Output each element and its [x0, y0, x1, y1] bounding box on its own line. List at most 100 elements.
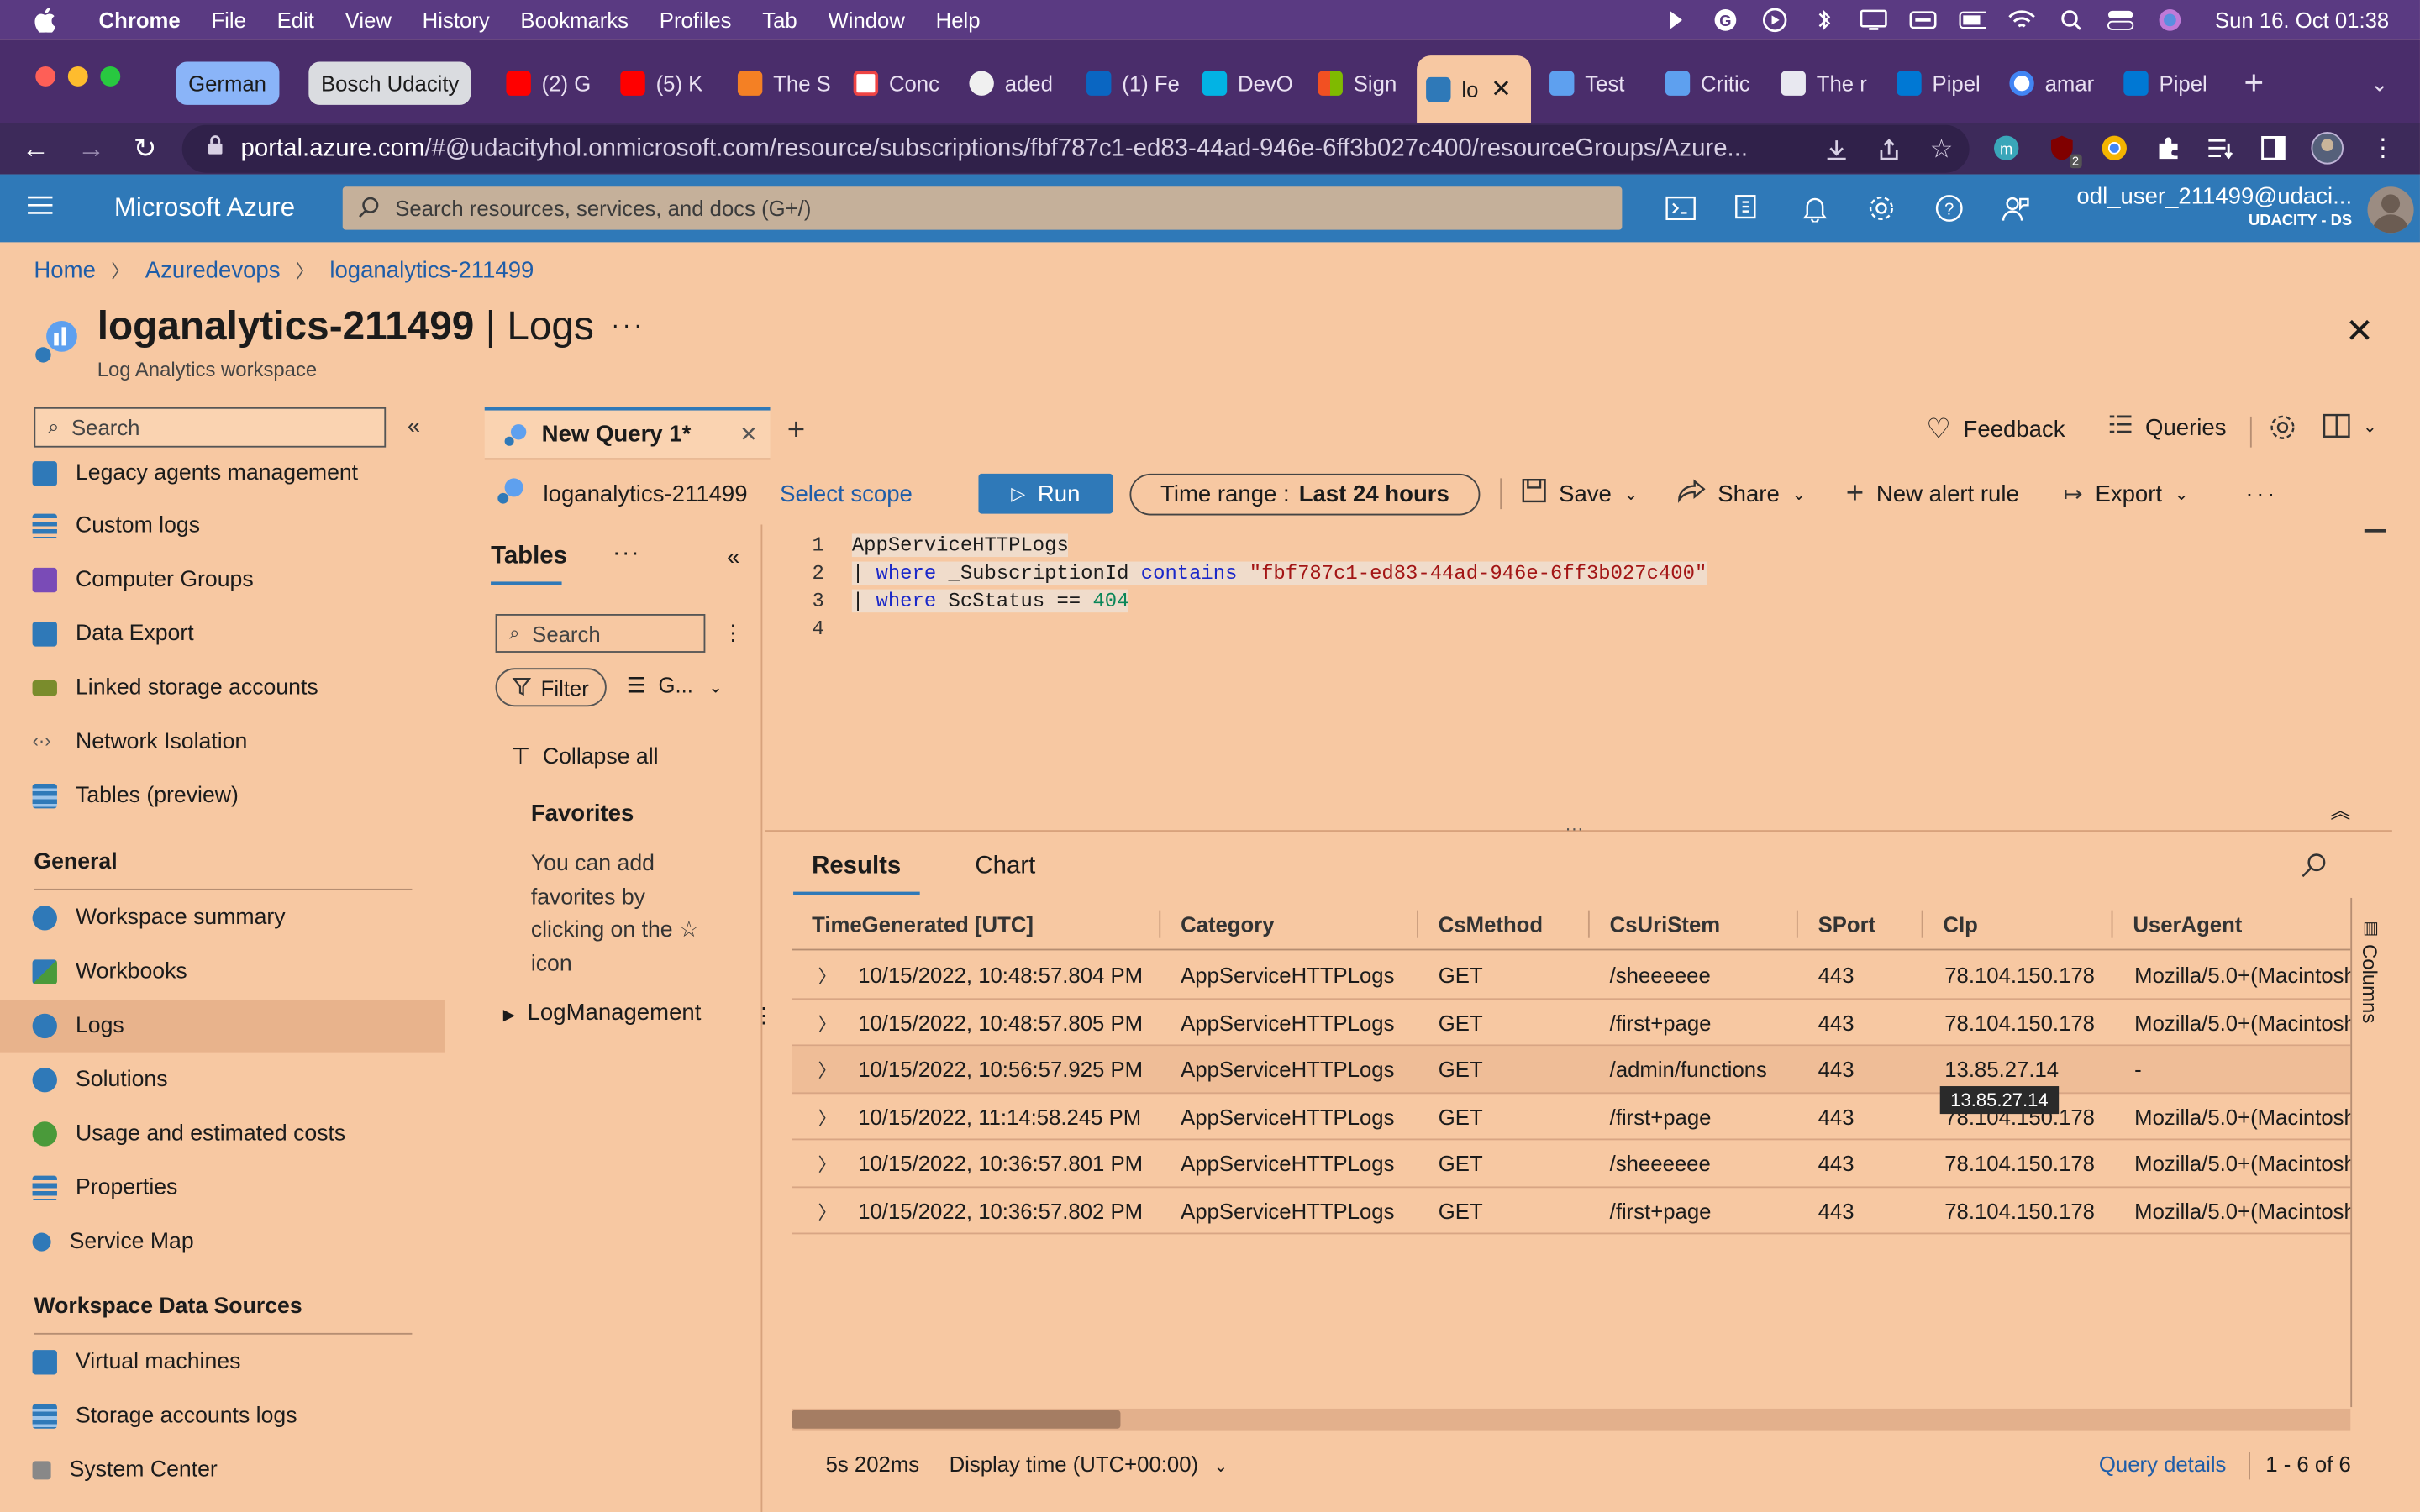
spotlight-icon[interactable]	[2058, 6, 2086, 34]
nav-storage-accounts-logs[interactable]: Storage accounts logs	[0, 1390, 445, 1442]
expand-row-chevron-icon[interactable]: 〉	[818, 963, 836, 989]
tables-more-button[interactable]: ···	[613, 540, 640, 566]
help-icon[interactable]: ?	[1933, 193, 1965, 224]
add-query-tab-button[interactable]: +	[787, 413, 805, 449]
settings-gear-icon[interactable]	[1866, 193, 1897, 224]
tab-results[interactable]: Results	[793, 853, 920, 895]
query-details-link[interactable]: Query details	[2099, 1452, 2226, 1476]
bookmark-star-icon[interactable]: ☆	[1926, 134, 1957, 165]
profile-avatar[interactable]	[2311, 131, 2344, 165]
menu-edit[interactable]: Edit	[277, 8, 314, 32]
play-icon[interactable]	[1761, 6, 1789, 34]
extension-ublock-icon[interactable]: 2	[2045, 131, 2082, 169]
nav-virtual-machines[interactable]: Virtual machines	[0, 1336, 445, 1389]
nav-data-export[interactable]: Data Export	[0, 608, 445, 660]
browser-tab[interactable]: Test	[1540, 61, 1645, 104]
collapse-menu-icon[interactable]: «	[408, 413, 420, 439]
nav-linked-storage-accounts[interactable]: Linked storage accounts	[0, 662, 445, 714]
close-query-tab-icon[interactable]: ✕	[739, 421, 758, 447]
browser-tab[interactable]: Sign	[1309, 61, 1414, 104]
group-by-dropdown[interactable]: ☰ G... ⌄	[627, 673, 723, 699]
nav-logs[interactable]: Logs	[0, 1000, 445, 1053]
tables-search-input[interactable]: ⌕ Search	[495, 614, 706, 653]
nav-legacy-agents-management[interactable]: Legacy agents management	[0, 448, 445, 500]
hamburger-menu-icon[interactable]	[26, 194, 54, 223]
columns-side-panel-toggle[interactable]: ▥ Columns	[2350, 897, 2392, 1408]
extension-chrome-icon[interactable]	[2097, 131, 2131, 165]
user-account[interactable]: odl_user_211499@udaci... UDACITY - DS	[2076, 184, 2352, 230]
browser-tab[interactable]: The r	[1772, 61, 1877, 104]
nav-properties[interactable]: Properties	[0, 1162, 445, 1214]
window-zoom-button[interactable]	[100, 66, 121, 87]
menu-help[interactable]: Help	[936, 8, 981, 32]
expand-row-chevron-icon[interactable]: 〉	[818, 1057, 836, 1083]
browser-tab[interactable]: DevO	[1193, 61, 1298, 104]
cloud-shell-icon[interactable]	[1665, 193, 1697, 224]
results-search-icon[interactable]	[2300, 852, 2328, 887]
nav-network-isolation[interactable]: ‹·› Network Isolation	[0, 716, 445, 768]
menu-window[interactable]: Window	[828, 8, 904, 32]
nav-usage-costs[interactable]: Usage and estimated costs	[0, 1108, 445, 1160]
expand-row-chevron-icon[interactable]: 〉	[818, 1198, 836, 1224]
feedback-person-icon[interactable]	[2000, 193, 2031, 224]
new-alert-rule-button[interactable]: + New alert rule	[1846, 475, 2019, 512]
collapse-all-button[interactable]: ⊤ Collapse all	[511, 745, 659, 769]
nav-service-map[interactable]: Service Map	[0, 1215, 445, 1268]
display-icon[interactable]	[1860, 6, 1887, 34]
side-panel-icon[interactable]	[2256, 131, 2290, 165]
column-header-timegenerated[interactable]: TimeGenerated [UTC]	[812, 911, 1034, 936]
table-row[interactable]: 〉 10/15/2022, 10:36:57.801 PM AppService…	[792, 1140, 2351, 1188]
save-button[interactable]: Save ⌄	[1522, 475, 1639, 512]
column-resizer[interactable]	[1159, 910, 1161, 938]
column-header-csmethod[interactable]: CsMethod	[1439, 911, 1543, 936]
column-header-csuristem[interactable]: CsUriStem	[1610, 911, 1720, 936]
menu-profiles[interactable]: Profiles	[660, 8, 732, 32]
browser-tab[interactable]: Critic	[1656, 61, 1761, 104]
menubar-datetime[interactable]: Sun 16. Oct 01:38	[2215, 8, 2389, 32]
window-close-button[interactable]	[35, 66, 56, 87]
collapse-editor-icon[interactable]: ︽	[2330, 795, 2350, 824]
keyboard-icon[interactable]	[1909, 6, 1937, 34]
display-time-dropdown[interactable]: Display time (UTC+00:00) ⌄	[950, 1452, 1228, 1476]
expand-row-chevron-icon[interactable]: 〉	[818, 1151, 836, 1177]
nav-system-center[interactable]: System Center	[0, 1444, 445, 1496]
column-header-category[interactable]: Category	[1181, 911, 1274, 936]
breadcrumb-resource-group[interactable]: Azuredevops	[145, 258, 281, 284]
log-management-group[interactable]: ▶ LogManagement	[503, 1000, 702, 1026]
menu-file[interactable]: File	[211, 8, 245, 32]
select-scope-link[interactable]: Select scope	[780, 480, 913, 507]
grammarly-icon[interactable]: G	[1712, 6, 1739, 34]
query-tab[interactable]: New Query 1* ✕	[484, 407, 771, 460]
close-tab-icon[interactable]: ✕	[1491, 74, 1512, 105]
expand-row-chevron-icon[interactable]: 〉	[818, 1010, 836, 1036]
splitter-grip-icon[interactable]: ···	[1565, 817, 1583, 839]
address-bar[interactable]: portal.azure.com/#@udacityhol.onmicrosof…	[182, 124, 1970, 173]
nav-computer-groups[interactable]: Computer Groups	[0, 554, 445, 606]
battery-icon[interactable]	[1959, 6, 1987, 34]
pane-divider[interactable]	[760, 524, 763, 1512]
directory-filter-icon[interactable]	[1732, 193, 1763, 224]
table-row[interactable]: 〉 10/15/2022, 11:14:58.245 PM AppService…	[792, 1093, 2351, 1141]
share-button[interactable]: Share ⌄	[1677, 475, 1806, 512]
wifi-icon[interactable]	[2008, 6, 2036, 34]
install-icon[interactable]	[1821, 134, 1852, 165]
nav-workspace-summary[interactable]: Workspace summary	[0, 892, 445, 944]
browser-tab[interactable]: Pipel	[2114, 61, 2219, 104]
reload-icon[interactable]: ↻	[128, 131, 161, 165]
column-header-cip[interactable]: CIp	[1943, 911, 1977, 936]
browser-tab[interactable]: (1) Fe	[1077, 61, 1182, 104]
tab-group-bosch-udacity[interactable]: Bosch Udacity	[308, 61, 472, 105]
page-more-button[interactable]: ···	[611, 313, 644, 341]
tab-group-german[interactable]: German	[176, 61, 279, 105]
global-search-input[interactable]: Search resources, services, and docs (G+…	[342, 186, 1623, 230]
nav-tables-preview[interactable]: Tables (preview)	[0, 770, 445, 822]
menu-view[interactable]: View	[345, 8, 392, 32]
browser-tab[interactable]: aded	[960, 61, 1065, 104]
horizontal-scrollbar[interactable]	[792, 1408, 2351, 1431]
back-arrow-icon[interactable]: ←	[18, 131, 52, 165]
close-blade-icon[interactable]: ✕	[2345, 312, 2374, 352]
column-resizer[interactable]	[1417, 910, 1418, 938]
column-header-sport[interactable]: SPort	[1818, 911, 1876, 936]
menu-history[interactable]: History	[423, 8, 490, 32]
collapse-pane-icon[interactable]: «	[727, 544, 739, 570]
